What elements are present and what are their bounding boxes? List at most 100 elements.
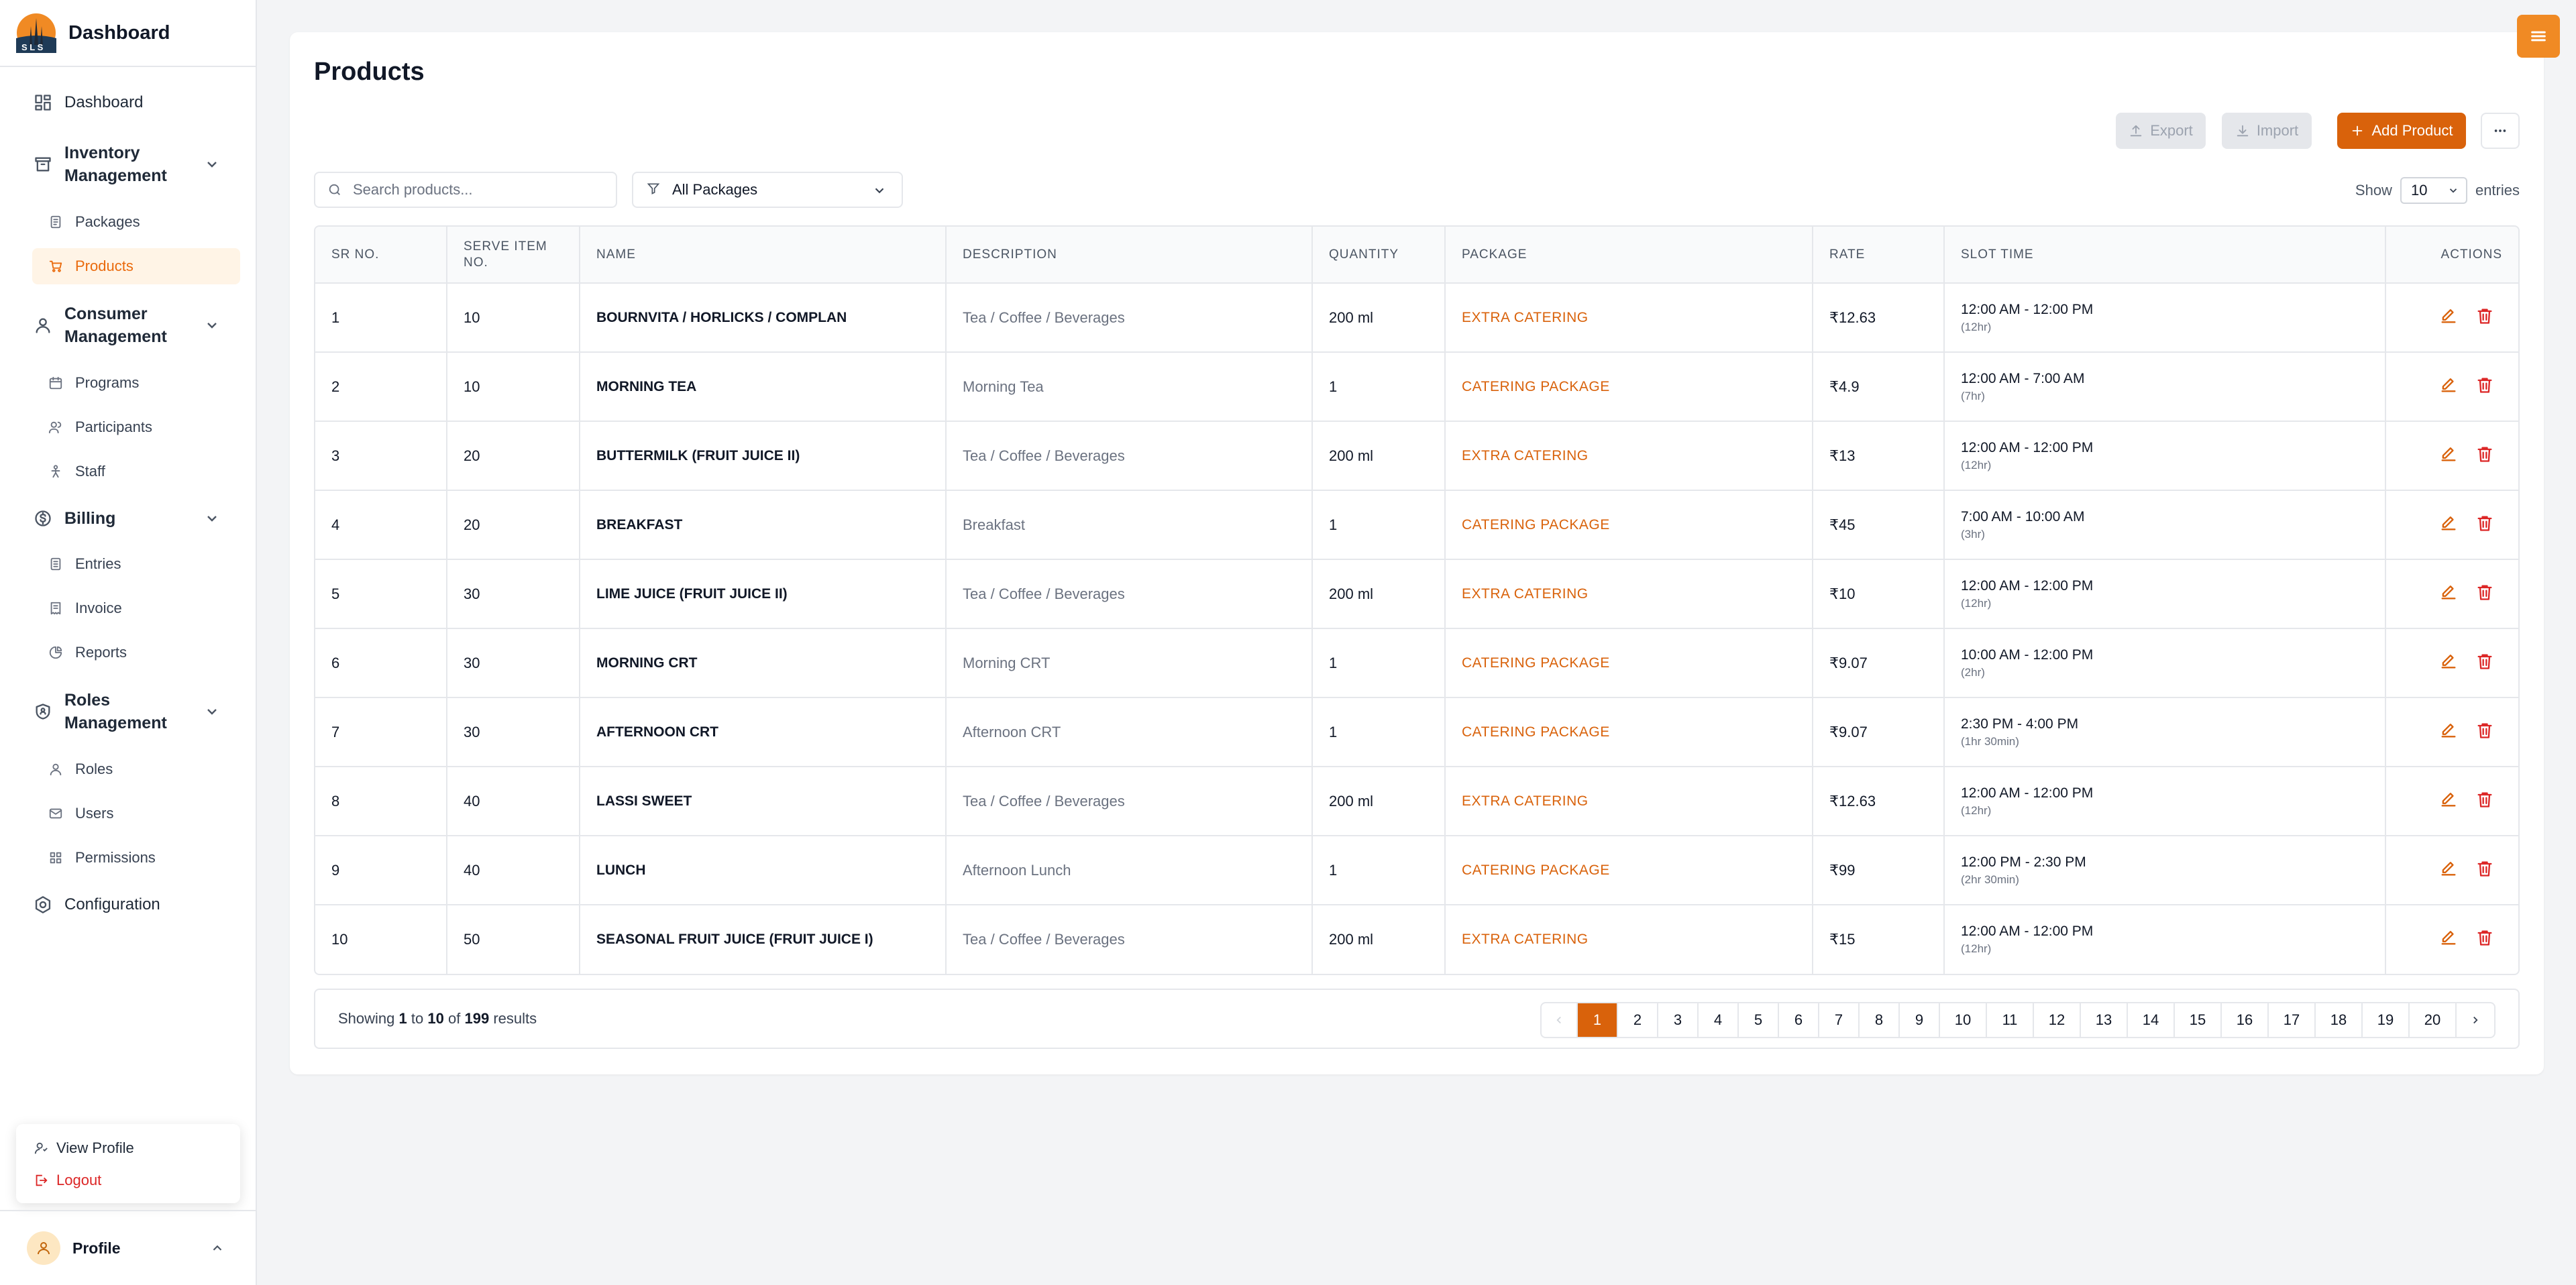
sidebar-item-users[interactable]: Users (32, 795, 240, 832)
cell-package: EXTRA CATERING (1445, 283, 1813, 353)
delete-icon[interactable] (2475, 514, 2494, 537)
col-header-description[interactable]: DESCRIPTION (946, 227, 1313, 284)
pagination-page-button[interactable]: 7 (1819, 1003, 1860, 1037)
sidebar-item-staff[interactable]: Staff (32, 453, 240, 490)
table-row: 5 30 LIME JUICE (FRUIT JUICE II) Tea / Coff… (315, 559, 2518, 629)
col-header-rate[interactable]: RATE (1813, 227, 1945, 284)
edit-icon[interactable] (2439, 859, 2458, 882)
pagination-page-button[interactable]: 6 (1779, 1003, 1819, 1037)
pagination-page-button[interactable]: 15 (2175, 1003, 2222, 1037)
brand[interactable]: S L S Dashboard (0, 0, 256, 67)
edit-icon[interactable] (2439, 514, 2458, 537)
col-header-name[interactable]: NAME (580, 227, 947, 284)
cell-rate: ₹12.63 (1813, 283, 1945, 353)
pagination-page-button[interactable]: 3 (1658, 1003, 1699, 1037)
delete-icon[interactable] (2475, 721, 2494, 744)
pagination-page-button[interactable]: 11 (1987, 1003, 2034, 1037)
sidebar: S L S Dashboard Dashboard Inventory Mana… (0, 0, 257, 1285)
sidebar-item-participants[interactable]: Participants (32, 409, 240, 445)
profile-toggle[interactable]: Profile (0, 1210, 256, 1285)
more-options-button[interactable] (2481, 113, 2520, 149)
pagination-page-button[interactable]: 13 (2081, 1003, 2128, 1037)
view-profile-menu-item[interactable]: View Profile (16, 1132, 240, 1164)
sidebar-item-entries[interactable]: Entries (32, 546, 240, 582)
edit-icon[interactable] (2439, 376, 2458, 398)
sidebar-item-programs[interactable]: Programs (32, 365, 240, 401)
sidebar-item-roles[interactable]: Roles (32, 751, 240, 787)
import-button[interactable]: Import (2222, 113, 2312, 149)
edit-icon[interactable] (2439, 583, 2458, 606)
edit-icon[interactable] (2439, 652, 2458, 675)
search-box[interactable] (314, 172, 617, 208)
pagination-next-button[interactable] (2457, 1003, 2494, 1037)
export-button[interactable]: Export (2116, 113, 2206, 149)
pagination-bar: Showing 1 to 10 of 199 results 123456789… (314, 989, 2520, 1049)
pagination-page-button[interactable]: 14 (2128, 1003, 2175, 1037)
slot-time-range: 10:00 AM - 12:00 PM (1961, 647, 2094, 663)
edit-icon[interactable] (2439, 928, 2458, 951)
pagination-page-button[interactable]: 19 (2363, 1003, 2410, 1037)
cell-actions (2385, 905, 2518, 974)
delete-icon[interactable] (2475, 859, 2494, 882)
sidebar-item-packages[interactable]: Packages (32, 204, 240, 240)
pagination-page-button[interactable]: 4 (1699, 1003, 1739, 1037)
search-input[interactable] (353, 181, 608, 199)
sidebar-group-billing[interactable]: Billing (32, 507, 240, 530)
sidebar-item-products[interactable]: Products (32, 248, 240, 284)
menu-toggle-button[interactable] (2517, 15, 2560, 58)
pagination-page-button[interactable]: 5 (1739, 1003, 1779, 1037)
sidebar-item-label: Reports (75, 644, 127, 661)
sidebar-group-roles[interactable]: Roles Management (32, 688, 240, 735)
edit-icon[interactable] (2439, 721, 2458, 744)
delete-icon[interactable] (2475, 583, 2494, 606)
package-filter-select[interactable]: All Packages (632, 172, 903, 208)
pagination-page-button[interactable]: 9 (1900, 1003, 1940, 1037)
sidebar-item-reports[interactable]: Reports (32, 634, 240, 671)
sidebar-item-permissions[interactable]: Permissions (32, 840, 240, 876)
entries-select[interactable]: 10 (2400, 177, 2467, 204)
cell-rate: ₹9.07 (1813, 697, 1945, 767)
pagination-page-button[interactable]: 20 (2410, 1003, 2457, 1037)
col-header-serve-item[interactable]: SERVE ITEM NO. (447, 227, 580, 284)
edit-icon[interactable] (2439, 306, 2458, 329)
sidebar-group-consumer[interactable]: Consumer Management (32, 302, 240, 349)
col-header-quantity[interactable]: QUANTITY (1312, 227, 1446, 284)
cell-quantity: 1 (1312, 490, 1446, 560)
chevron-down-icon (2449, 188, 2457, 193)
pagination-page-button[interactable]: 2 (1618, 1003, 1658, 1037)
pagination-page-button[interactable]: 17 (2269, 1003, 2316, 1037)
delete-icon[interactable] (2475, 790, 2494, 813)
pagination-page-button[interactable]: 16 (2222, 1003, 2269, 1037)
delete-icon[interactable] (2475, 445, 2494, 467)
delete-icon[interactable] (2475, 652, 2494, 675)
delete-icon[interactable] (2475, 376, 2494, 398)
pagination-page-button[interactable]: 18 (2316, 1003, 2363, 1037)
chevron-down-icon (872, 183, 887, 201)
col-header-sr[interactable]: SR NO. (315, 227, 447, 284)
edit-icon[interactable] (2439, 790, 2458, 813)
add-product-button[interactable]: Add Product (2337, 113, 2466, 149)
pagination-page-button[interactable]: 8 (1860, 1003, 1900, 1037)
col-header-package[interactable]: PACKAGE (1445, 227, 1813, 284)
pagination-page-button[interactable]: 12 (2034, 1003, 2081, 1037)
edit-icon[interactable] (2439, 445, 2458, 467)
pagination-prev-button[interactable] (1542, 1003, 1578, 1037)
cell-actions (2385, 490, 2518, 560)
col-header-slot-time[interactable]: SLOT TIME (1944, 227, 2386, 284)
logout-menu-item[interactable]: Logout (16, 1164, 240, 1196)
sidebar-item-dashboard[interactable]: Dashboard (32, 91, 240, 114)
sidebar-item-label: Products (75, 258, 133, 274)
profile-label: Profile (72, 1239, 121, 1257)
pagination-page-button[interactable]: 10 (1940, 1003, 1987, 1037)
slot-time-range: 12:00 AM - 12:00 PM (1961, 439, 2094, 455)
delete-icon[interactable] (2475, 928, 2494, 951)
delete-icon[interactable] (2475, 306, 2494, 329)
sidebar-item-invoice[interactable]: Invoice (32, 590, 240, 626)
pagination-page-button[interactable]: 1 (1578, 1003, 1618, 1037)
cell-serve-item: 10 (447, 352, 580, 422)
sidebar-group-inventory[interactable]: Inventory Management (32, 141, 240, 188)
cell-package: CATERING PACKAGE (1445, 490, 1813, 560)
cell-package: CATERING PACKAGE (1445, 352, 1813, 422)
sidebar-item-configuration[interactable]: Configuration (32, 893, 240, 916)
products-table: SR NO. SERVE ITEM NO. NAME DESCRIPTION Q… (315, 227, 2518, 974)
